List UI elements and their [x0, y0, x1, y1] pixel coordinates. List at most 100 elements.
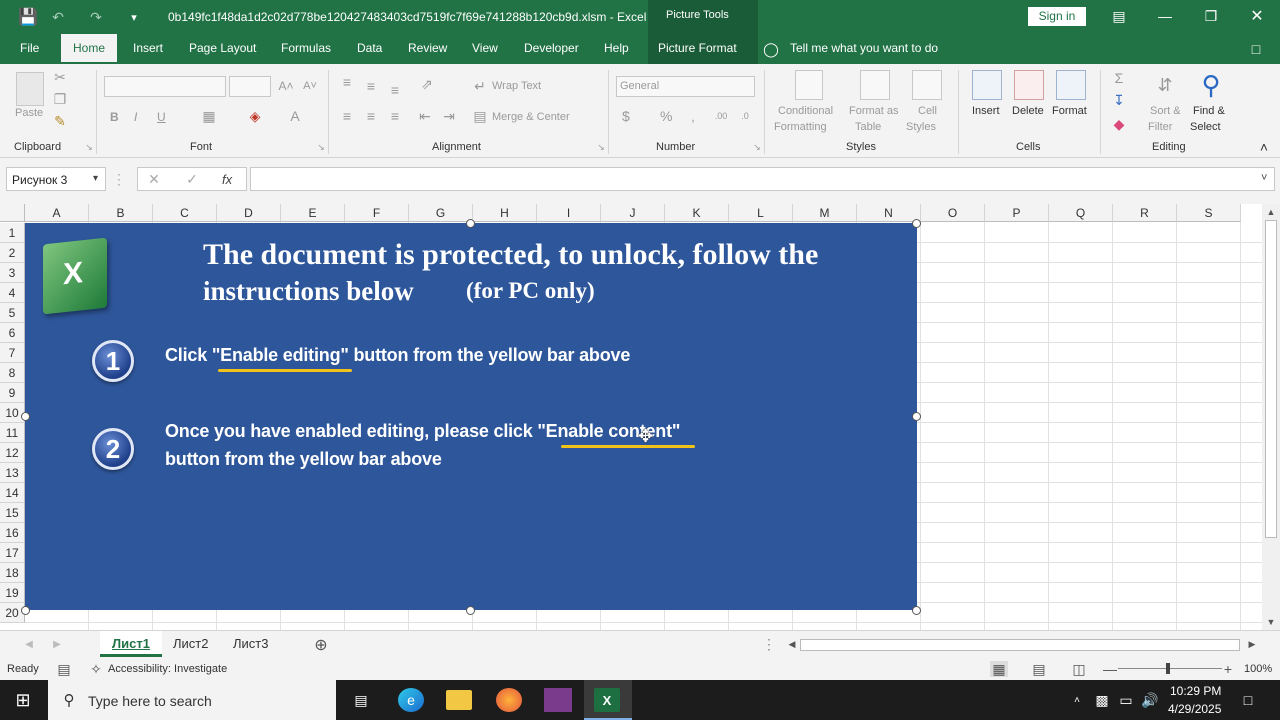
resize-handle-top-right[interactable]: [912, 219, 921, 228]
scroll-left-icon[interactable]: ◀: [786, 637, 798, 651]
column-header[interactable]: R: [1113, 204, 1177, 222]
redo-icon[interactable]: ↷: [86, 8, 106, 26]
sheet-tab-3[interactable]: Лист3: [221, 631, 280, 657]
tab-formulas[interactable]: Formulas: [281, 41, 331, 55]
sign-in-button[interactable]: Sign in: [1028, 7, 1086, 26]
tab-help[interactable]: Help: [604, 41, 629, 55]
row-header[interactable]: 7: [0, 343, 25, 363]
page-break-view-icon[interactable]: ◫: [1070, 661, 1088, 677]
display-tray-icon[interactable]: ▭: [1118, 692, 1134, 708]
clear-icon[interactable]: ◆: [1110, 116, 1128, 132]
increase-decimal-icon[interactable]: .00: [712, 108, 730, 124]
resize-handle-right[interactable]: [912, 412, 921, 421]
zoom-slider[interactable]: [1118, 668, 1222, 669]
row-header[interactable]: 2: [0, 243, 25, 263]
cell-styles-icon[interactable]: [912, 70, 942, 100]
cut-icon[interactable]: ✂: [52, 69, 68, 85]
orientation-icon[interactable]: ⇗: [416, 76, 438, 92]
tab-split-icon[interactable]: ⋮: [762, 636, 776, 652]
row-header[interactable]: 5: [0, 303, 25, 323]
delete-cells-icon[interactable]: [1014, 70, 1044, 100]
sheet-tab-2[interactable]: Лист2: [161, 631, 220, 657]
column-header[interactable]: S: [1177, 204, 1241, 222]
underline-button[interactable]: U: [157, 110, 166, 124]
resize-handle-top[interactable]: [466, 219, 475, 228]
tell-me-search[interactable]: Tell me what you want to do: [790, 41, 938, 55]
tray-chevron-icon[interactable]: ˄: [1070, 692, 1084, 708]
tab-page-layout[interactable]: Page Layout: [189, 41, 256, 55]
zoom-out-icon[interactable]: —: [1103, 661, 1117, 677]
row-header[interactable]: 14: [0, 483, 25, 503]
vertical-scroll-thumb[interactable]: [1265, 220, 1277, 538]
resize-handle-bottom-right[interactable]: [912, 606, 921, 615]
row-header[interactable]: 1: [0, 223, 25, 243]
format-cells-icon[interactable]: [1056, 70, 1086, 100]
find-select-button[interactable]: Find &: [1193, 105, 1225, 117]
next-sheet-icon[interactable]: ▶: [50, 637, 64, 651]
alignment-launcher-icon[interactable]: ↘: [596, 142, 606, 152]
align-right-icon[interactable]: ≡: [386, 108, 404, 124]
tab-developer[interactable]: Developer: [524, 41, 579, 55]
column-header[interactable]: H: [473, 204, 537, 222]
column-header[interactable]: C: [153, 204, 217, 222]
increase-indent-icon[interactable]: ⇥: [440, 108, 458, 124]
column-header[interactable]: P: [985, 204, 1049, 222]
row-header[interactable]: 12: [0, 443, 25, 463]
format-painter-icon[interactable]: ✎: [52, 113, 68, 129]
row-header[interactable]: 15: [0, 503, 25, 523]
enter-icon[interactable]: ✓: [184, 171, 200, 187]
scroll-right-icon[interactable]: ▶: [1246, 637, 1258, 651]
column-header[interactable]: M: [793, 204, 857, 222]
font-launcher-icon[interactable]: ↘: [316, 142, 326, 152]
undo-icon[interactable]: ↶: [48, 8, 68, 26]
scroll-down-icon[interactable]: ▼: [1264, 616, 1278, 628]
column-header[interactable]: F: [345, 204, 409, 222]
increase-font-icon[interactable]: A˄: [278, 78, 294, 94]
insert-cells-icon[interactable]: [972, 70, 1002, 100]
font-name-select[interactable]: [104, 76, 226, 97]
resize-handle-bottom[interactable]: [466, 606, 475, 615]
column-header[interactable]: J: [601, 204, 665, 222]
sort-filter-icon[interactable]: ⇵: [1150, 70, 1180, 100]
column-header[interactable]: G: [409, 204, 473, 222]
name-box[interactable]: Рисунок 3 ▾: [6, 167, 106, 191]
cancel-icon[interactable]: ✕: [146, 171, 162, 187]
taskbar-search[interactable]: ⚲ Type here to search: [48, 680, 336, 720]
resize-handle-bottom-left[interactable]: [21, 606, 30, 615]
cell-styles-button[interactable]: Cell: [918, 105, 937, 117]
row-header[interactable]: 6: [0, 323, 25, 343]
save-icon[interactable]: 💾: [18, 8, 38, 26]
clock-date[interactable]: 4/29/2025: [1168, 702, 1221, 716]
column-header[interactable]: L: [729, 204, 793, 222]
horizontal-scroll-thumb[interactable]: [800, 639, 1240, 651]
add-sheet-icon[interactable]: ⊕: [312, 636, 330, 654]
fill-icon[interactable]: ↧: [1110, 92, 1128, 108]
copy-icon[interactable]: ❐: [52, 91, 68, 107]
comma-icon[interactable]: ‚: [684, 108, 702, 124]
accessibility-status[interactable]: Accessibility: Investigate: [108, 663, 227, 675]
prev-sheet-icon[interactable]: ◀: [22, 637, 36, 651]
collapse-ribbon-icon[interactable]: ˄: [1256, 139, 1272, 155]
column-header[interactable]: D: [217, 204, 281, 222]
format-cells-button[interactable]: Format: [1052, 105, 1087, 117]
minimize-icon[interactable]: —: [1154, 7, 1176, 25]
tab-picture-format[interactable]: Picture Format: [658, 41, 737, 55]
clock-time[interactable]: 10:29 PM: [1170, 684, 1221, 698]
format-as-table-icon[interactable]: [860, 70, 890, 100]
row-header[interactable]: 19: [0, 583, 25, 603]
delete-cells-button[interactable]: Delete: [1012, 105, 1044, 117]
merge-center-button[interactable]: Merge & Center: [492, 111, 570, 123]
format-as-table-button[interactable]: Format as: [849, 105, 899, 117]
notifications-icon[interactable]: □: [1238, 690, 1258, 710]
column-header[interactable]: Q: [1049, 204, 1113, 222]
decrease-font-icon[interactable]: A˅: [302, 78, 318, 94]
worksheet-grid[interactable]: ABCDEFGHIJKLMNOPQRS 1 2 3 4 5 6 7 8 9 10 11 12 13 14 1…: [0, 204, 1262, 630]
row-header[interactable]: 8: [0, 363, 25, 383]
winrar-icon[interactable]: [544, 688, 572, 712]
sheet-tab-1[interactable]: Лист1: [100, 631, 162, 657]
insert-function-button[interactable]: fx: [222, 172, 232, 187]
clipboard-launcher-icon[interactable]: ↘: [84, 142, 94, 152]
restore-icon[interactable]: ❐: [1200, 7, 1222, 25]
normal-view-icon[interactable]: ▦: [990, 661, 1008, 677]
bottom-align-icon[interactable]: ≡: [386, 82, 404, 98]
